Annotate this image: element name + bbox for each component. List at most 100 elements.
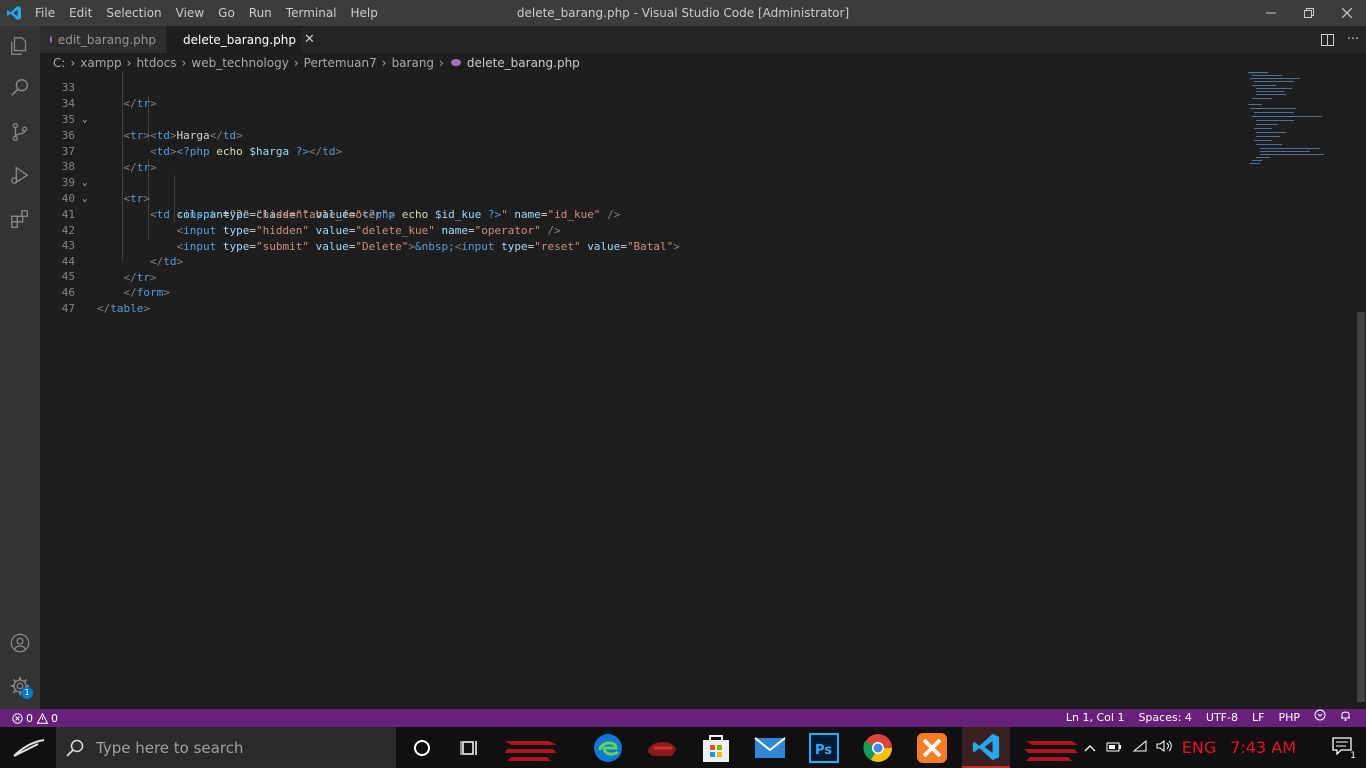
breadcrumb-item[interactable]: htdocs: [136, 56, 176, 70]
minimize-icon: [1266, 12, 1276, 14]
notifications-button[interactable]: [1333, 709, 1358, 727]
restore-icon: [1304, 8, 1314, 18]
breadcrumb-item[interactable]: C:: [53, 56, 65, 70]
volume-indicator[interactable]: [1156, 738, 1174, 757]
account-icon: [10, 633, 30, 653]
code-line: 43 </td>: [40, 222, 1240, 268]
language-mode[interactable]: PHP: [1271, 709, 1307, 727]
close-icon: [1342, 8, 1352, 18]
tab-delete-barang[interactable]: delete_barang.php ✕: [167, 26, 315, 53]
split-editor-icon: [1320, 33, 1334, 46]
run-debug-icon: [11, 166, 29, 184]
show-hidden-icons[interactable]: [1084, 738, 1096, 757]
start-button[interactable]: [0, 727, 56, 768]
breadcrumb-item[interactable]: xampp: [80, 56, 121, 70]
cursor-position[interactable]: Ln 1, Col 1: [1059, 709, 1132, 727]
close-window-button[interactable]: [1328, 0, 1366, 26]
source-control-button[interactable]: [0, 112, 40, 152]
split-editor-button[interactable]: [1314, 26, 1340, 53]
settings-badge: 1: [21, 687, 33, 699]
end-of-line[interactable]: LF: [1245, 709, 1271, 727]
code-line: 33 </tr>: [40, 72, 1240, 110]
extensions-button[interactable]: [0, 199, 40, 239]
scrollbar-thumb[interactable]: [1357, 312, 1365, 702]
battery-icon: [1106, 742, 1121, 752]
red-stripes-icon: [505, 740, 557, 761]
minimize-button[interactable]: [1252, 0, 1290, 26]
notification-count: 1: [1350, 750, 1356, 761]
battery-indicator[interactable]: [1106, 738, 1122, 757]
wifi-icon: [1132, 739, 1147, 752]
more-actions-button[interactable]: ···: [1340, 26, 1366, 53]
store-app[interactable]: [692, 727, 740, 768]
restore-button[interactable]: [1290, 0, 1328, 26]
photoshop-icon: Ps: [809, 732, 839, 763]
chrome-app[interactable]: [854, 727, 902, 768]
tab-close-button[interactable]: ✕: [304, 32, 315, 47]
error-icon: [12, 712, 23, 724]
encoding[interactable]: UTF-8: [1199, 709, 1245, 727]
minimap[interactable]: [1246, 72, 1356, 172]
vertical-scrollbar[interactable]: [1356, 72, 1366, 709]
photoshop-app[interactable]: Ps: [800, 727, 848, 768]
task-view-button[interactable]: [446, 727, 494, 768]
extensions-icon: [11, 210, 29, 228]
menu-terminal[interactable]: Terminal: [279, 0, 344, 26]
manage-button[interactable]: 1: [0, 666, 40, 706]
breadcrumb-item[interactable]: Pertemuan7: [304, 56, 377, 70]
editor-tabs: edit_barang.php delete_barang.php ✕ ···: [40, 26, 1366, 53]
status-right: Ln 1, Col 1 Spaces: 4 UTF-8 LF PHP: [1059, 709, 1358, 727]
search-placeholder: Type here to search: [96, 738, 244, 757]
menu-edit[interactable]: Edit: [62, 0, 99, 26]
task-view-icon: [460, 740, 477, 755]
edge-app[interactable]: [584, 727, 632, 768]
taskbar-decoration: [500, 727, 562, 768]
search-view-button[interactable]: [0, 68, 40, 108]
code-line: 38 ⌄ <tr>: [40, 143, 1240, 205]
error-count: 0: [26, 711, 33, 725]
chevron-right-icon: ›: [293, 55, 299, 70]
game-app[interactable]: [638, 727, 686, 768]
code-editor[interactable]: 33 </tr> 34 ⌄ <tr> 35 <td>Harga</td> 36 …: [40, 72, 1366, 709]
chrome-icon: [863, 733, 892, 762]
accounts-button[interactable]: [0, 623, 40, 663]
breadcrumb-item[interactable]: barang: [392, 56, 434, 70]
menu-help[interactable]: Help: [344, 0, 385, 26]
menu-go[interactable]: Go: [211, 0, 242, 26]
menu-file[interactable]: File: [28, 0, 62, 26]
code-line: 45 </form>: [40, 253, 1240, 299]
action-center-button[interactable]: 1: [1332, 736, 1356, 761]
helmet-icon: [648, 741, 676, 756]
network-indicator[interactable]: [1132, 738, 1148, 757]
menu-bar: File Edit Selection View Go Run Terminal…: [28, 0, 385, 26]
indentation[interactable]: Spaces: 4: [1131, 709, 1198, 727]
code-text: </table>: [97, 302, 150, 315]
code-line: 41 <input type="hidden" value="delete_ku…: [40, 191, 1240, 237]
mail-app[interactable]: [746, 727, 794, 768]
explorer-button[interactable]: [0, 26, 40, 66]
feedback-button[interactable]: [1307, 709, 1333, 727]
clock[interactable]: 7:43 AM: [1230, 738, 1296, 757]
editor-actions: ···: [1314, 26, 1366, 53]
menu-view[interactable]: View: [169, 0, 211, 26]
breadcrumb-file[interactable]: delete_barang.php: [467, 56, 580, 70]
status-bar: 0 0 Ln 1, Col 1 Spaces: 4 UTF-8 LF PHP: [0, 709, 1366, 727]
problems-indicator[interactable]: 0 0: [0, 712, 58, 725]
run-debug-button[interactable]: [0, 155, 40, 195]
search-icon: [11, 79, 29, 96]
code-line: 47: [40, 285, 1240, 315]
taskbar-search[interactable]: Type here to search: [56, 727, 396, 768]
menu-run[interactable]: Run: [242, 0, 279, 26]
breadcrumb-item[interactable]: web_technology: [191, 56, 288, 70]
input-language[interactable]: ENG: [1182, 738, 1216, 757]
vscode-logo-icon: [0, 0, 28, 26]
menu-selection[interactable]: Selection: [99, 0, 168, 26]
vscode-app[interactable]: [962, 727, 1010, 768]
tab-edit-barang[interactable]: edit_barang.php: [40, 26, 167, 53]
start-icon: [13, 738, 45, 757]
code-line: 35 <td>Harga</td>: [40, 96, 1240, 142]
xampp-app[interactable]: [908, 727, 956, 768]
feedback-icon: [1314, 709, 1326, 721]
cortana-button[interactable]: [398, 727, 446, 768]
svg-text:Ps: Ps: [815, 743, 832, 758]
